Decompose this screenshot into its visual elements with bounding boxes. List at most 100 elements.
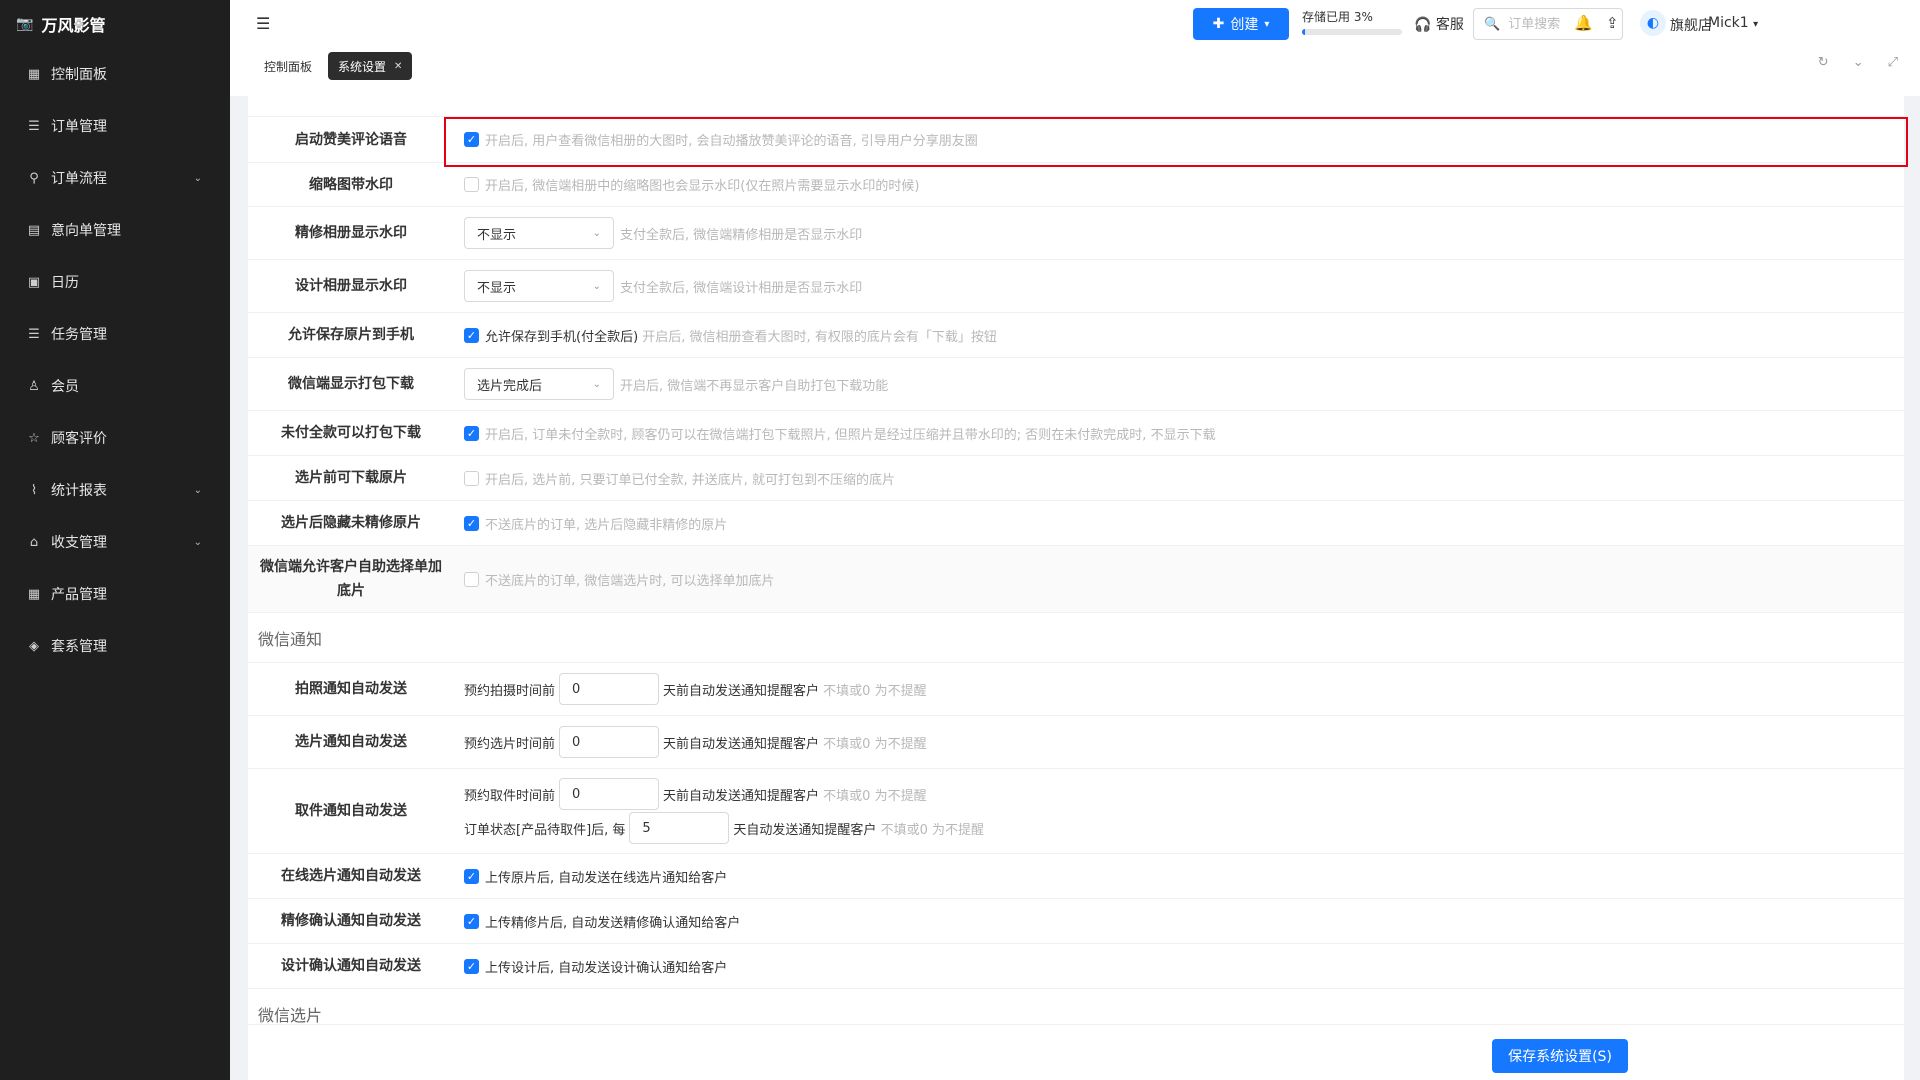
settings-row-thumb-watermark: 缩略图带水印 开启后, 微信端相册中的缩略图也会显示水印(仅在照片需要显示水印的…	[248, 163, 1904, 207]
row-label: 启动赞美评论语音	[295, 131, 407, 148]
user-name: Mick1	[1708, 15, 1749, 31]
row-hint: 开启后, 微信相册查看大图时, 有权限的底片会有「下载」按钮	[642, 329, 997, 345]
tab-system-settings[interactable]: 系统设置 ✕	[328, 52, 413, 80]
sidebar: 📷 万风影管 ▦ 控制面板 ☰ 订单管理 ⚲ 订单流程 ⌄ ▤ 意向单管理 ▣ 日历 ☰ 任务管理 ♙ 会员…	[0, 0, 230, 1080]
chevron-down-icon: ⌄	[592, 378, 601, 390]
sidebar-item[interactable]: ▤ 意向单管理	[0, 204, 230, 256]
row-label: 微信端允许客户自助选择单加底片	[260, 559, 442, 599]
sidebar-item-label: 日历	[51, 275, 79, 291]
sidebar-item[interactable]: ▦ 产品管理	[0, 568, 230, 620]
chevron-down-icon: ⌄	[193, 172, 202, 184]
storage-label: 存储已用 3%	[1302, 10, 1373, 24]
camera-icon: 📷	[16, 16, 34, 32]
sidebar-item[interactable]: ☰ 订单管理	[0, 100, 230, 152]
row-hint: 开启后, 订单未付全款时, 顾客仍可以在微信端打包下载照片, 但照片是经过压缩并…	[485, 427, 1216, 443]
suffix-text: 天前自动发送通知提醒客户	[663, 736, 820, 752]
chevron-down-icon[interactable]: ⌄	[1853, 55, 1864, 70]
retouch-watermark-select[interactable]: 不显示 ⌄	[464, 217, 614, 249]
pickup-interval-input[interactable]: 5	[629, 812, 730, 844]
row-hint: 支付全款后, 微信端设计相册是否显示水印	[620, 280, 863, 296]
sidebar-item[interactable]: ☰ 任务管理	[0, 308, 230, 360]
thumb-watermark-checkbox[interactable]	[464, 177, 479, 192]
settings-row-add-negatives: 微信端允许客户自助选择单加底片 不送底片的订单, 微信端选片时, 可以选择单加底…	[248, 546, 1904, 613]
suffix-text: 天前自动发送通知提醒客户	[663, 788, 820, 804]
row-label: 缩略图带水印	[309, 176, 393, 193]
row-label: 拍照通知自动发送	[295, 681, 407, 697]
row-hint: 不填或0 为不提醒	[823, 736, 927, 752]
create-button[interactable]: ✚ 创建 ▾	[1193, 8, 1289, 40]
settings-row-pre-select-download: 选片前可下载原片 开启后, 选片前, 只要订单已付全款, 并送底片, 就可打包到…	[248, 456, 1904, 501]
select-days-input[interactable]: 0	[559, 726, 660, 758]
settings-row-pickup-notify: 取件通知自动发送 预约取件时间前 0 天前自动发送通知提醒客户 不填或0 为不提醒 …	[248, 769, 1904, 854]
tab-dashboard[interactable]: 控制面板	[254, 52, 322, 80]
select-value: 不显示	[477, 227, 517, 243]
checkbox-text: 上传原片后, 自动发送在线选片通知给客户	[485, 870, 728, 886]
prefix-text: 预约取件时间前	[464, 788, 556, 804]
sidebar-item[interactable]: ▣ 日历	[0, 256, 230, 308]
row-label: 设计相册显示水印	[295, 278, 407, 294]
refresh-icon[interactable]: ↻	[1818, 55, 1829, 70]
close-icon[interactable]: ✕	[394, 61, 402, 72]
sidebar-item[interactable]: ◈ 套系管理	[0, 620, 230, 672]
sidebar-item-label: 订单管理	[51, 119, 107, 135]
unpaid-download-checkbox[interactable]: ✓	[464, 425, 479, 441]
row-label: 选片通知自动发送	[295, 734, 407, 750]
settings-row-retouch-watermark: 精修相册显示水印 不显示 ⌄ 支付全款后, 微信端精修相册是否显示水印	[248, 207, 1904, 260]
hide-unretouched-checkbox[interactable]: ✓	[464, 515, 479, 531]
save-original-checkbox[interactable]: ✓	[464, 327, 479, 343]
upload-icon[interactable]: ⇪	[1606, 14, 1619, 32]
settings-row-hide-unretouched: 选片后隐藏未精修原片 ✓ 不送底片的订单, 选片后隐藏非精修的原片	[248, 501, 1904, 546]
user-menu[interactable]: Mick1 ▾	[1708, 15, 1758, 31]
settings-row-retouch-confirm-notify: 精修确认通知自动发送 ✓ 上传精修片后, 自动发送精修确认通知给客户	[248, 899, 1904, 944]
online-select-checkbox[interactable]: ✓	[464, 868, 479, 884]
checkbox-text: 允许保存到手机(付全款后)	[485, 329, 639, 345]
shoot-days-input[interactable]: 0	[559, 673, 660, 705]
row-hint: 支付全款后, 微信端精修相册是否显示水印	[620, 227, 863, 243]
add-negatives-checkbox[interactable]	[464, 571, 479, 587]
top-header: ☰ 控制面板 系统设置 ✕ ✚ 创建 ▾ 存储已用 3% 🎧 客服 🔍 🔔 ⇪ ◐…	[230, 0, 1920, 96]
settings-row-partial	[248, 96, 1904, 117]
search-input[interactable]	[1508, 16, 1609, 32]
user-icon: ♙	[28, 378, 40, 394]
bell-icon[interactable]: 🔔	[1574, 14, 1593, 32]
chevron-down-icon: ⌄	[592, 280, 601, 292]
sidebar-item-label: 会员	[51, 379, 79, 395]
settings-row-shoot-notify: 拍照通知自动发送 预约拍摄时间前 0 天前自动发送通知提醒客户 不填或0 为不提醒	[248, 663, 1904, 716]
design-watermark-select[interactable]: 不显示 ⌄	[464, 270, 614, 302]
sidebar-item[interactable]: ⚲ 订单流程 ⌄	[0, 152, 230, 204]
section-title-wechat-notify: 微信通知	[248, 613, 1904, 663]
brand[interactable]: 📷 万风影管	[0, 0, 230, 48]
settings-panel: 启动赞美评论语音 ✓ 开启后, 用户查看微信相册的大图时, 会自动播放赞美评论的语…	[248, 96, 1904, 1080]
list-icon: ☰	[28, 118, 40, 134]
menu-toggle-icon[interactable]: ☰	[256, 14, 270, 33]
row-hint: 不送底片的订单, 微信端选片时, 可以选择单加底片	[485, 573, 775, 589]
checkbox-text: 上传精修片后, 自动发送精修确认通知给客户	[485, 915, 741, 931]
fullscreen-icon[interactable]: ⤢	[1888, 55, 1898, 70]
headset-icon: 🎧	[1414, 17, 1432, 33]
sidebar-item[interactable]: ☆ 顾客评价	[0, 412, 230, 464]
customer-service-button[interactable]: 🎧 客服	[1414, 14, 1464, 34]
pack-download-select[interactable]: 选片完成后 ⌄	[464, 368, 614, 400]
list-icon: ☰	[28, 326, 40, 342]
sidebar-item[interactable]: ♙ 会员	[0, 360, 230, 412]
select-value: 选片完成后	[477, 378, 543, 394]
chart-icon: ⌇	[30, 482, 38, 498]
settings-row-praise-voice: 启动赞美评论语音 ✓ 开启后, 用户查看微信相册的大图时, 会自动播放赞美评论的语…	[248, 117, 1904, 163]
storage-indicator: 存储已用 3%	[1302, 8, 1412, 35]
design-confirm-checkbox[interactable]: ✓	[464, 958, 479, 974]
order-search[interactable]: 🔍	[1473, 8, 1623, 40]
grid-icon: ▦	[27, 586, 41, 602]
settings-row-design-confirm-notify: 设计确认通知自动发送 ✓ 上传设计后, 自动发送设计确认通知给客户	[248, 944, 1904, 989]
sidebar-item[interactable]: ⌂ 收支管理 ⌄	[0, 516, 230, 568]
pickup-days-input[interactable]: 0	[559, 778, 660, 810]
retouch-confirm-checkbox[interactable]: ✓	[464, 913, 479, 929]
pre-select-download-checkbox[interactable]	[464, 470, 479, 486]
praise-voice-checkbox[interactable]: ✓	[464, 132, 479, 147]
sidebar-item[interactable]: ⌇ 统计报表 ⌄	[0, 464, 230, 516]
clipboard-icon: ▤	[27, 222, 41, 238]
row-label: 选片后隐藏未精修原片	[281, 515, 421, 531]
sidebar-item-label: 收支管理	[51, 535, 107, 551]
sidebar-item[interactable]: ▦ 控制面板	[0, 48, 230, 100]
save-settings-button[interactable]: 保存系统设置(S)	[1492, 1039, 1628, 1073]
shop-name[interactable]: 旗舰店	[1670, 15, 1712, 35]
